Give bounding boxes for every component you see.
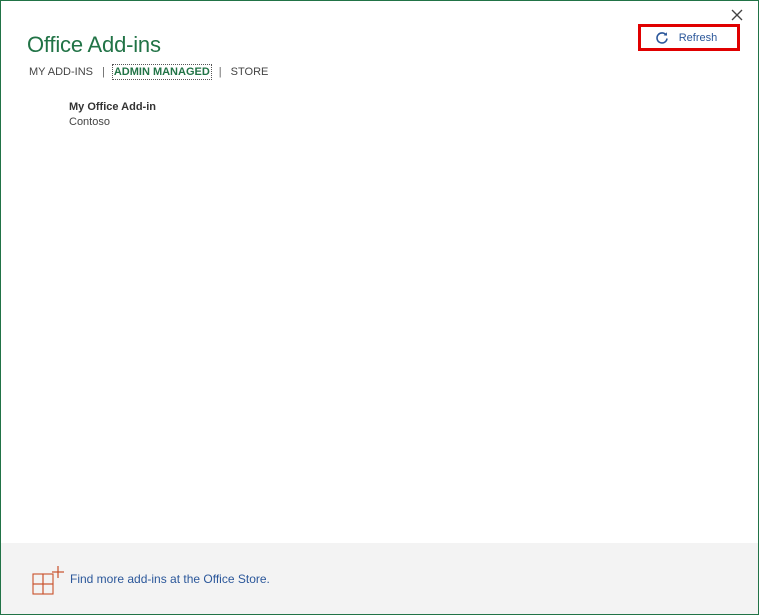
refresh-button[interactable]: Refresh	[638, 24, 740, 51]
tab-my-add-ins[interactable]: MY ADD-INS	[28, 65, 94, 79]
tab-separator: |	[101, 66, 105, 78]
footer: Find more add-ins at the Office Store.	[1, 543, 758, 614]
dialog-title: Office Add-ins	[27, 32, 161, 57]
tab-admin-managed[interactable]: ADMIN MANAGED	[111, 64, 212, 80]
tab-separator: |	[218, 66, 222, 78]
refresh-label: Refresh	[678, 31, 718, 44]
addin-publisher: Contoso	[69, 116, 110, 128]
tab-bar: MY ADD-INS | ADMIN MANAGED | STORE	[28, 64, 270, 80]
addin-name: My Office Add-in	[69, 101, 156, 113]
office-store-link[interactable]: Find more add-ins at the Office Store.	[70, 572, 270, 586]
addin-list-item[interactable]: My Office Add-in Contoso	[69, 101, 156, 128]
office-addins-dialog: Office Add-ins MY ADD-INS | ADMIN MANAGE…	[0, 0, 759, 615]
store-grid-plus-icon	[32, 566, 64, 595]
refresh-icon	[655, 31, 668, 44]
close-icon[interactable]	[729, 7, 745, 23]
tab-store[interactable]: STORE	[230, 65, 270, 79]
